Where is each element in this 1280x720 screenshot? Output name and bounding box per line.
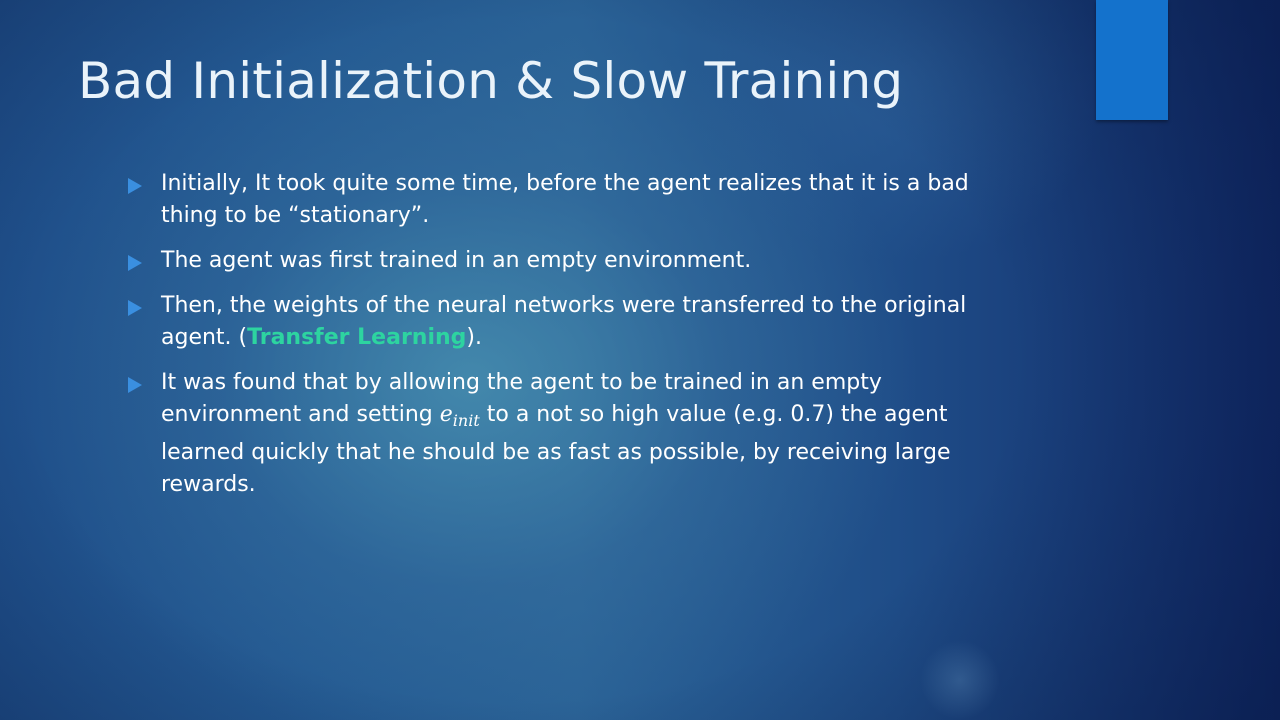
bullet-list: Initially, It took quite some time, befo… xyxy=(128,168,1028,514)
bullet-text-after: ). xyxy=(466,325,482,350)
accent-bar xyxy=(1096,0,1168,120)
slide: Bad Initialization & Slow Training Initi… xyxy=(0,0,1280,720)
math-base: e xyxy=(439,402,453,427)
bullet-item: Initially, It took quite some time, befo… xyxy=(128,168,1028,232)
triangle-right-icon xyxy=(128,178,142,194)
slide-title: Bad Initialization & Slow Training xyxy=(78,52,904,110)
triangle-right-icon xyxy=(128,300,142,316)
bullet-text: The agent was first trained in an empty … xyxy=(161,248,752,273)
background-orb xyxy=(920,640,1000,720)
bullet-item: It was found that by allowing the agent … xyxy=(128,367,1028,501)
math-subscript: init xyxy=(452,411,480,430)
transfer-learning-highlight: Transfer Learning xyxy=(247,325,467,350)
bullet-item: Then, the weights of the neural networks… xyxy=(128,290,1028,354)
triangle-right-icon xyxy=(128,377,142,393)
bullet-text: Initially, It took quite some time, befo… xyxy=(161,171,969,228)
triangle-right-icon xyxy=(128,255,142,271)
bullet-item: The agent was first trained in an empty … xyxy=(128,245,1028,277)
math-variable-e-init: einit xyxy=(439,402,480,430)
